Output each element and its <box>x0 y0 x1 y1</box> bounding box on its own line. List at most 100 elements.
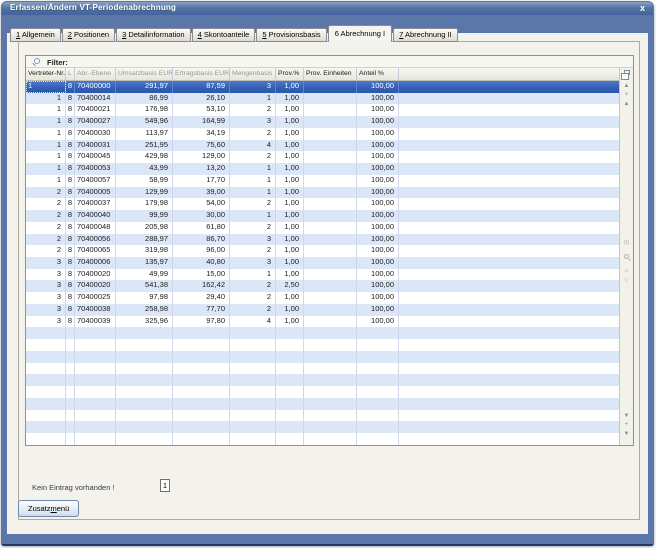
cell: 2 <box>230 222 276 234</box>
cell: 70400020 <box>75 280 116 292</box>
close-icon[interactable]: x <box>640 3 645 13</box>
tab-skontoanteile[interactable]: 4 Skontoanteile <box>192 28 256 42</box>
cell: 1,00 <box>276 140 304 152</box>
column-header-prov-einheiten[interactable]: Prov. Einheiten <box>304 68 357 80</box>
filter-funnel-icon[interactable]: ▽ <box>620 276 633 286</box>
scroll-up-icon[interactable]: + <box>620 91 633 100</box>
table-row[interactable]: 287040004099,9930,0011,00100,00 <box>26 210 619 222</box>
rows-icon[interactable]: ≡ <box>620 266 633 276</box>
table-row[interactable]: 387040002049,9915,0011,00100,00 <box>26 269 619 281</box>
window-title: Erfassen/Ändern VT-Periodenabrechnung <box>10 3 176 12</box>
table-row[interactable]: 2870400037179,9854,0021,00100,00 <box>26 198 619 210</box>
cell <box>357 374 399 386</box>
scroll-prev-icon[interactable]: ▲ <box>620 100 633 109</box>
table-row[interactable]: 3870400038258,9877,7021,00100,00 <box>26 304 619 316</box>
cell-filler <box>399 386 619 398</box>
cell: 8 <box>66 210 75 222</box>
cell: 13,20 <box>173 163 230 175</box>
scroll-first-icon[interactable]: ▲ <box>620 82 633 91</box>
cell <box>66 398 75 410</box>
cell: 1,00 <box>276 93 304 105</box>
cell-filler <box>399 81 619 93</box>
cell: 1,00 <box>276 269 304 281</box>
table-row-empty[interactable] <box>26 433 619 445</box>
column-header-vertreter-nr-[interactable]: Vertreter-Nr. <box>26 68 66 80</box>
zusatzmenu-button[interactable]: Zusatzmenü <box>18 500 79 517</box>
table-row[interactable]: 2870400065319,9896,0021,00100,00 <box>26 245 619 257</box>
tab-abrechnung-1[interactable]: 6 Abrechnung I <box>328 25 392 42</box>
table-row[interactable]: 187040001486,9926,1011,00100,00 <box>26 93 619 105</box>
column-header-abr-ebene[interactable]: Abr.-Ebene <box>75 68 116 80</box>
table-row[interactable]: 1870400045429,98129,0021,00100,00 <box>26 151 619 163</box>
scroll-next-icon[interactable]: ▼ <box>620 412 633 421</box>
table-row-empty[interactable] <box>26 363 619 375</box>
table-row[interactable]: 3870400006135,9740,8031,00100,00 <box>26 257 619 269</box>
grid-scroll-strip[interactable]: ▲ + ▲ (‖) ≡ ▽ ▼ + ▼ <box>619 68 633 445</box>
table-row-empty[interactable] <box>26 410 619 422</box>
cell <box>26 433 66 445</box>
cell-filler <box>399 187 619 199</box>
tab-abrechnung-2[interactable]: 7 Abrechnung II <box>393 28 458 42</box>
cell: 1 <box>230 269 276 281</box>
table-row[interactable]: 2870400005129,9939,0011,00100,00 <box>26 187 619 199</box>
column-header-ertragsbasis-eur[interactable]: Ertragsbasis EUR <box>173 68 230 80</box>
table-row-empty[interactable] <box>26 327 619 339</box>
cell: 1,00 <box>276 257 304 269</box>
table-row[interactable]: 2870400056288,9786,7031,00100,00 <box>26 234 619 246</box>
scroll-last-icon[interactable]: ▼ <box>620 430 633 439</box>
table-row[interactable]: 387040002597,9829,4021,00100,00 <box>26 292 619 304</box>
cell: 40,80 <box>173 257 230 269</box>
search-icon[interactable] <box>34 58 40 64</box>
table-row[interactable]: 1870400031251,9575,6041,00100,00 <box>26 140 619 152</box>
search-zoom-icon[interactable] <box>624 254 629 259</box>
table-row[interactable]: 187040005343,9913,2011,00100,00 <box>26 163 619 175</box>
column-header-l[interactable]: L <box>66 68 75 80</box>
column-header-anteil-[interactable]: Anteil % <box>357 68 399 80</box>
cell <box>26 351 66 363</box>
cell <box>304 292 357 304</box>
column-width-icon[interactable]: (‖) <box>620 238 633 248</box>
table-row[interactable]: 187040005758,9917,7011,00100,00 <box>26 175 619 187</box>
column-header-prov-[interactable]: Prov.% <box>276 68 304 80</box>
tab-provisionsbasis[interactable]: 5 Provisionsbasis <box>256 28 326 42</box>
cell: 30,00 <box>173 210 230 222</box>
cell: 17,70 <box>173 175 230 187</box>
cell <box>276 386 304 398</box>
cell: 549,96 <box>116 116 173 128</box>
cell: 8 <box>66 234 75 246</box>
cell <box>357 421 399 433</box>
cell <box>75 433 116 445</box>
tab-allgemein[interactable]: 1 Allgemein <box>10 28 61 42</box>
table-row-empty[interactable] <box>26 398 619 410</box>
cell <box>304 175 357 187</box>
cell: 1,00 <box>276 234 304 246</box>
table-row[interactable]: 2870400048205,9861,8021,00100,00 <box>26 222 619 234</box>
cell: 29,40 <box>173 292 230 304</box>
column-chooser-icon[interactable] <box>624 70 630 75</box>
table-row[interactable]: 1870400021176,9853,1021,00100,00 <box>26 104 619 116</box>
cell <box>173 339 230 351</box>
table-row-empty[interactable] <box>26 374 619 386</box>
cell: 1,00 <box>276 292 304 304</box>
cell: 135,97 <box>116 257 173 269</box>
table-row[interactable]: 3870400039325,9697,8041,00100,00 <box>26 316 619 328</box>
cell <box>304 433 357 445</box>
table-row-empty[interactable] <box>26 386 619 398</box>
cell <box>173 421 230 433</box>
cell-filler <box>399 433 619 445</box>
column-header-mengenbasis[interactable]: Mengenbasis <box>230 68 276 80</box>
table-row[interactable]: 1870400030113,9734,1921,00100,00 <box>26 128 619 140</box>
table-row[interactable]: 3870400020541,38162,4222,50100,00 <box>26 280 619 292</box>
table-row-empty[interactable] <box>26 351 619 363</box>
column-header-umsatzbasis-eur[interactable]: Umsatzbasis EUR <box>116 68 173 80</box>
table-row-empty[interactable] <box>26 339 619 351</box>
table-row[interactable]: 1870400027549,96164,9931,00100,00 <box>26 116 619 128</box>
table-row-empty[interactable] <box>26 421 619 433</box>
scroll-down-icon[interactable]: + <box>620 421 633 430</box>
cell <box>26 363 66 375</box>
tab-detailinformation[interactable]: 3 Detailinformation <box>116 28 191 42</box>
cell <box>304 151 357 163</box>
table-row[interactable]: 1870400000291,9787,5931,00100,00 <box>26 81 619 93</box>
filter-row[interactable]: Filter: <box>26 56 633 68</box>
tab-positionen[interactable]: 2 Positionen <box>62 28 115 42</box>
